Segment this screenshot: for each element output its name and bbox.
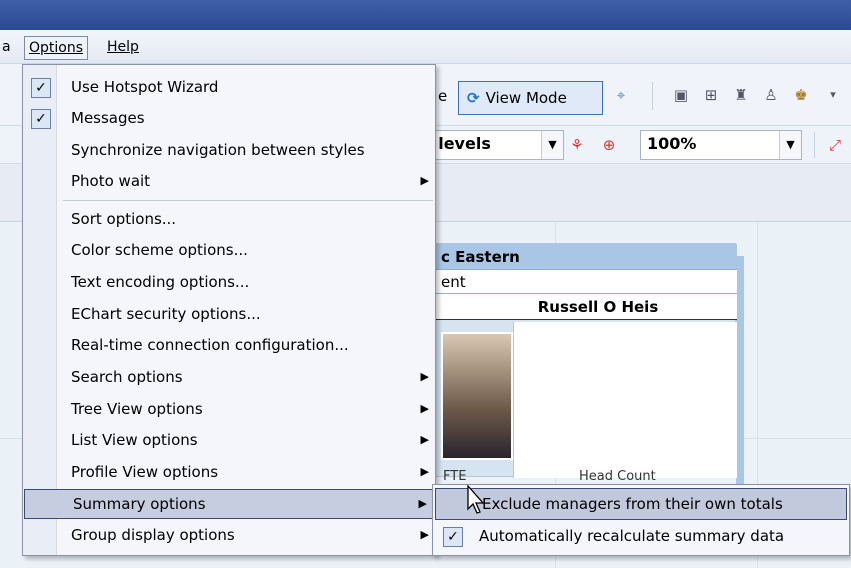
menu-item-search-options[interactable]: Search options ▶ [23, 363, 435, 393]
toolbar-cut-label: e [438, 87, 448, 105]
person-icon[interactable]: ♙ [762, 86, 780, 104]
card-column-fte: FTE [443, 469, 467, 484]
checkmark-icon: ✓ [31, 109, 51, 129]
submenu-item-auto-recalculate[interactable]: ✓ Automatically recalculate summary data [433, 521, 849, 553]
menu-item-photo-wait[interactable]: Photo wait ▶ [23, 167, 435, 197]
view-mode-icon: ⟳ [467, 89, 480, 107]
menu-item-synchronize-navigation[interactable]: Synchronize navigation between styles [23, 136, 435, 166]
zoom-in-icon[interactable]: ⊕ [600, 136, 618, 154]
submenu-arrow-icon: ▶ [420, 433, 429, 446]
submenu-arrow-icon: ▶ [420, 370, 429, 383]
submenu-arrow-icon: ▶ [418, 497, 427, 510]
window-titlebar [0, 0, 851, 30]
submenu-arrow-icon: ▶ [420, 174, 429, 187]
menu-item-list-view-options[interactable]: List View options ▶ [23, 426, 435, 456]
menu-item-label: Sort options... [71, 210, 177, 228]
menu-item-label: Group display options [71, 526, 235, 544]
submenu-item-label: Exclude managers from their own totals [482, 495, 783, 513]
people-icon[interactable]: ♚ [792, 86, 810, 104]
menu-item-label: Search options [71, 368, 183, 386]
menu-options-label: Options [29, 40, 84, 56]
levels-dropdown[interactable]: t levels ▼ [418, 130, 564, 160]
options-menu: ✓ Use Hotspot Wizard ✓ Messages Synchron… [22, 64, 436, 556]
menu-item-real-time-connection[interactable]: Real-time connection configuration... [23, 331, 435, 361]
submenu-arrow-icon: ▶ [420, 528, 429, 541]
menu-help-label: Help [107, 39, 139, 55]
card-shadow [736, 256, 744, 486]
toolbar-separator [652, 82, 653, 110]
menu-item-sort-options[interactable]: Sort options... [23, 205, 435, 235]
menu-item-label: Profile View options [71, 463, 219, 481]
menu-item-label: Color scheme options... [71, 241, 248, 259]
menu-item-label: Messages [71, 109, 145, 127]
menu-item-label: Real-time connection configuration... [71, 336, 349, 354]
menu-item-label: Synchronize navigation between styles [71, 141, 365, 159]
menu-item-label: Photo wait [71, 172, 151, 190]
card-header: c Eastern [419, 244, 737, 270]
menu-item-color-scheme-options[interactable]: Color scheme options... [23, 236, 435, 266]
card-department: ent [419, 270, 737, 294]
view-mode-label: View Mode [485, 89, 567, 107]
menu-item-label: List View options [71, 431, 198, 449]
mouse-cursor-icon [467, 485, 485, 514]
zoom-dropdown-value: 100% [647, 134, 697, 153]
tool-icon[interactable]: ⤢ [826, 136, 844, 154]
menu-item-text-encoding-options[interactable]: Text encoding options... [23, 268, 435, 298]
submenu-item-exclude-managers[interactable]: Exclude managers from their own totals [435, 488, 847, 520]
menu-options[interactable]: Options [24, 36, 89, 60]
menu-item-data[interactable]: a [0, 36, 15, 60]
menu-item-group-display-options[interactable]: Group display options ▶ [23, 521, 435, 551]
chevron-down-icon[interactable]: ▼ [541, 131, 563, 159]
menu-item-label: Summary options [73, 495, 206, 513]
submenu-arrow-icon: ▶ [420, 402, 429, 415]
expand-tree-icon[interactable]: ⚘ [568, 136, 586, 154]
menu-help[interactable]: Help [103, 36, 143, 60]
org-chart-icon[interactable]: ♜ [732, 86, 750, 104]
menu-bar: a Options Help [0, 30, 851, 64]
view-mode-button[interactable]: ⟳ View Mode [458, 81, 603, 115]
card-detail-area [513, 322, 737, 478]
menu-item-profile-view-options[interactable]: Profile View options ▶ [23, 458, 435, 488]
profile-card-icon[interactable]: ▣ [672, 86, 690, 104]
employee-photo [441, 332, 513, 460]
toolbar-overflow-icon[interactable]: ▾ [824, 86, 842, 104]
menu-item-label: Tree View options [71, 400, 203, 418]
zoom-dropdown[interactable]: 100% ▼ [640, 130, 802, 160]
menu-separator [63, 200, 433, 201]
help-pointer-icon[interactable]: ⌖ [612, 86, 630, 104]
menu-item-label: Use Hotspot Wizard [71, 78, 219, 96]
org-chart-card[interactable]: c Eastern ent Russell O Heis FTE Head Co… [418, 243, 737, 484]
toolbar-separator [814, 132, 815, 158]
checkmark-icon: ✓ [31, 78, 51, 98]
chevron-down-icon[interactable]: ▼ [779, 131, 801, 159]
summary-options-submenu: Exclude managers from their own totals ✓… [432, 484, 850, 556]
card-employee-name: Russell O Heis [419, 294, 737, 320]
submenu-arrow-icon: ▶ [420, 465, 429, 478]
submenu-item-label: Automatically recalculate summary data [479, 527, 785, 545]
menu-item-tree-view-options[interactable]: Tree View options ▶ [23, 395, 435, 425]
menu-item-messages[interactable]: ✓ Messages [23, 104, 435, 134]
menu-item-label: EChart security options... [71, 305, 261, 323]
menu-item-summary-options[interactable]: Summary options ▶ [24, 489, 434, 519]
card-column-headcount: Head Count [579, 469, 656, 484]
menu-item-echart-security-options[interactable]: EChart security options... [23, 300, 435, 330]
menu-item-use-hotspot-wizard[interactable]: ✓ Use Hotspot Wizard [23, 73, 435, 103]
import-icon[interactable]: ⊞ [702, 86, 720, 104]
checkmark-icon: ✓ [443, 527, 463, 547]
menu-item-label: Text encoding options... [71, 273, 250, 291]
